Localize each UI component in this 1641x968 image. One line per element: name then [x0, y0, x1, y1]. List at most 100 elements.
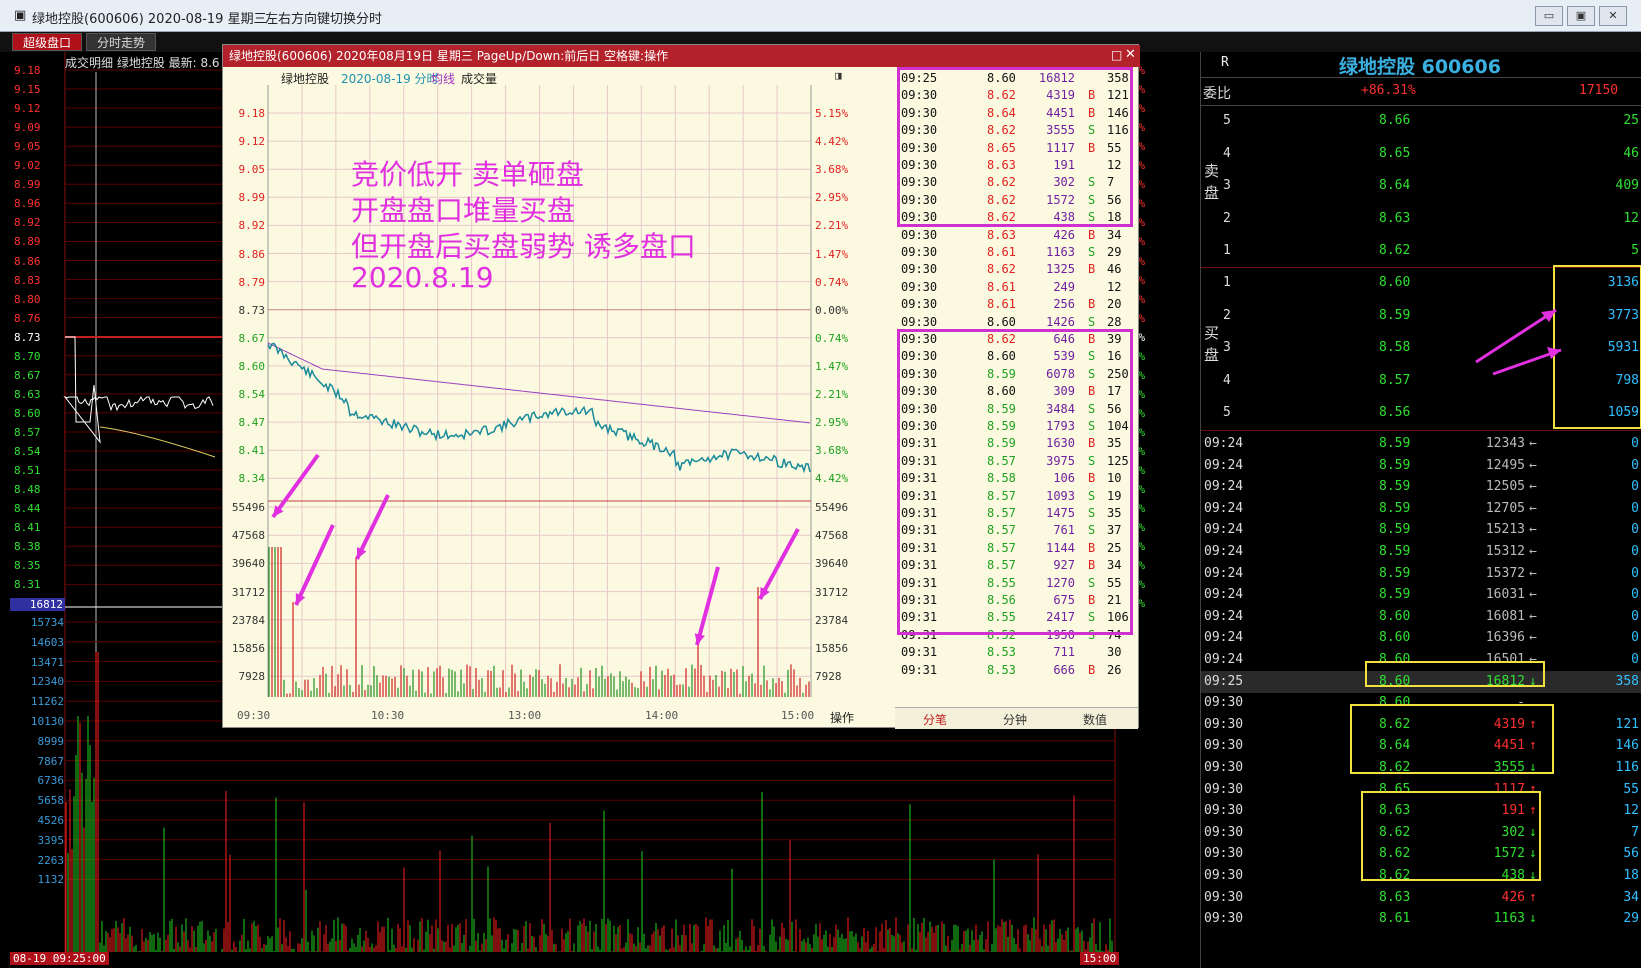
sell-level-row: 5 8.66 25: [1201, 110, 1641, 132]
tick-row: 09:30 8.61 1163 S 29: [895, 243, 1138, 261]
tick-volume: 1163: [1046, 245, 1075, 259]
price-tick-label: 8.38: [14, 540, 41, 554]
price-tick-label: 8.99: [14, 178, 41, 192]
sell-level-row: 1 8.62 5: [1201, 240, 1641, 262]
quote-tick-row: 09:24 8.59 12495 ← 0: [1201, 455, 1641, 477]
tick-side: B: [1088, 297, 1096, 312]
tick-count: 30: [1107, 645, 1122, 660]
quote-tick-time: 09:30: [1204, 803, 1244, 819]
volume-tick-label: 15734: [30, 616, 64, 629]
tick-volume: 256: [1053, 297, 1075, 312]
popup-tick-tabs: 分笔 分钟 数值: [895, 707, 1138, 729]
buy-price: 8.57: [1379, 372, 1411, 388]
quote-tick-row: 09:24 8.59 12705 ← 0: [1201, 498, 1641, 520]
tab-ticks[interactable]: 分笔: [895, 711, 975, 728]
popup-vol-label: 15856: [231, 642, 265, 655]
app-icon: ▣: [14, 8, 27, 23]
tick-price: 8.62: [987, 262, 1016, 277]
annotation-arrow: [758, 528, 800, 600]
tick-side: S: [1088, 314, 1096, 329]
popup-price-label: 8.47: [238, 416, 266, 430]
tick-count: 29: [1107, 245, 1122, 259]
popup-vol-label: 31712: [231, 585, 265, 599]
tab-values[interactable]: 数值: [1055, 711, 1135, 728]
buy-price: 8.56: [1379, 405, 1411, 420]
quote-tick-direction-icon: ←: [1529, 522, 1537, 538]
quote-tick-price: 8.60: [1379, 608, 1411, 624]
sell-level-row: 4 8.65 46: [1201, 143, 1641, 165]
price-tick-label: 8.51: [14, 464, 41, 478]
quote-tick-time: 09:30: [1204, 889, 1244, 905]
popup-percent-label: 0.00%: [815, 303, 849, 317]
quote-tick-direction-icon: ←: [1529, 608, 1537, 624]
popup-time-label: 14:00: [645, 709, 679, 722]
tick-time: 09:30: [901, 227, 938, 242]
quote-tick-volume: 15213: [1485, 522, 1525, 538]
weibi-value: +86.31%: [1361, 83, 1416, 98]
tick-volume: 711: [1053, 645, 1075, 660]
buy-price: 8.58: [1379, 340, 1411, 355]
sell-level: 4: [1223, 145, 1231, 161]
quote-tick-row: 09:24 8.60 16081 ← 0: [1201, 606, 1641, 628]
popup-percent-label: 2.95%: [815, 191, 849, 205]
tab-minutes[interactable]: 分钟: [975, 711, 1055, 728]
quote-tick-count: 358: [1615, 673, 1639, 689]
r-label: R: [1221, 55, 1229, 70]
price-tick-label: 8.41: [14, 521, 41, 535]
price-tick-label: 8.96: [14, 197, 41, 211]
price-tick-label: 9.18: [14, 64, 41, 77]
popup-percent-label: 5.15%: [815, 107, 849, 120]
annotation-arrow: [695, 566, 720, 646]
popup-price-label: 8.92: [238, 219, 266, 233]
close-button[interactable]: ✕: [1599, 6, 1627, 26]
popup-vol-label-right: 31712: [815, 585, 849, 599]
expand-icon[interactable]: ◨: [835, 69, 842, 82]
quote-tick-volume: 15372: [1485, 565, 1525, 581]
tick-volume: 1325: [1046, 262, 1075, 277]
tick-price: 8.53: [987, 662, 1016, 677]
legend-date: 2020-08-19 分时: [341, 72, 439, 86]
volume-tick-label: 13471: [30, 655, 64, 669]
popup-vol-label-right: 47568: [815, 529, 849, 543]
window-hint: 左右方向键切换分时: [265, 12, 383, 27]
quote-tick-price: 8.61: [1379, 911, 1411, 927]
tick-time: 09:30: [901, 314, 938, 329]
legend-volume: 成交量: [461, 72, 498, 86]
tick-side: B: [1088, 662, 1096, 677]
quote-tick-direction-icon: ←: [1529, 630, 1537, 646]
volume-tick-label: 8999: [37, 734, 65, 748]
tab-intraday[interactable]: 分时走势: [86, 33, 157, 51]
minimize-button[interactable]: ▭: [1535, 6, 1563, 26]
tick-volume: 426: [1053, 227, 1075, 242]
quote-tick-count: 0: [1631, 436, 1639, 451]
volume-tick-label: 14603: [30, 635, 64, 649]
quote-tick-price: 8.59: [1379, 436, 1411, 451]
popup-percent-label: 3.68%: [815, 163, 849, 177]
quote-tick-volume: 12505: [1485, 479, 1525, 495]
quote-tick-price: 8.59: [1379, 544, 1411, 559]
quote-tick-time: 09:24: [1204, 544, 1244, 559]
popup-vol-label-right: 55496: [815, 501, 849, 514]
tick-time: 09:30: [901, 297, 938, 312]
volume-tick-label: 3395: [37, 833, 65, 847]
maximize-button[interactable]: ▣: [1567, 6, 1595, 26]
quote-tick-count: 0: [1631, 587, 1639, 603]
quote-tick-price: 8.59: [1379, 565, 1411, 581]
popup-price-label: 8.73: [238, 303, 266, 317]
operate-label[interactable]: 操作: [830, 709, 854, 726]
highlight-small-ticks: [1361, 791, 1541, 881]
popup-restore-icon[interactable]: □: [1111, 48, 1122, 62]
quote-tick-direction-icon: ↓: [1529, 911, 1537, 927]
quote-tick-count: 0: [1631, 630, 1639, 646]
popup-percent-label: 3.68%: [815, 444, 849, 458]
sell-volume: 12: [1623, 210, 1639, 226]
tick-count: 26: [1107, 662, 1122, 677]
popup-close-icon[interactable]: ✕: [1125, 47, 1136, 62]
quote-tick-count: 34: [1623, 889, 1639, 905]
sell-price: 8.65: [1379, 145, 1411, 161]
volume-tick-label: 6736: [37, 774, 65, 788]
highlight-open-ticks: [1350, 704, 1554, 774]
popup-price-label: 8.86: [238, 247, 266, 261]
quote-tick-time: 09:24: [1204, 608, 1244, 624]
tab-super-panel[interactable]: 超级盘口: [12, 33, 83, 51]
